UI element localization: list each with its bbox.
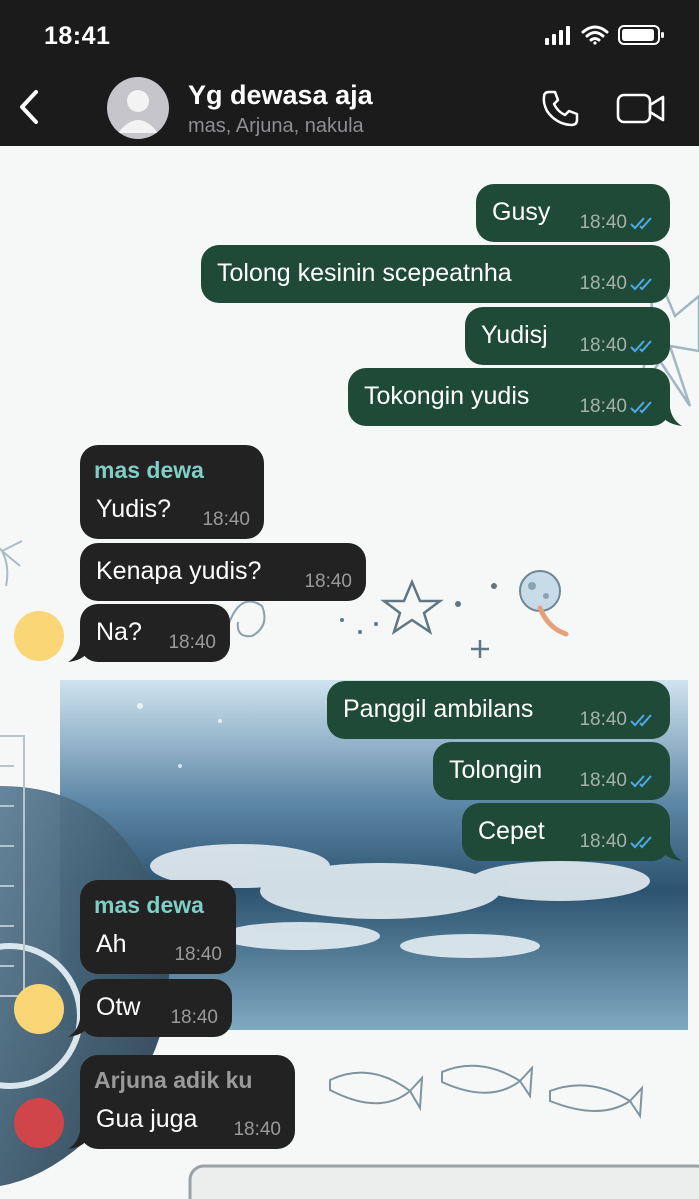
- read-ticks-icon: [630, 278, 652, 291]
- message-bubble-outgoing[interactable]: Yudisj 18:40: [465, 307, 670, 365]
- avatar-mas-dewa[interactable]: [14, 984, 64, 1034]
- message-text: Tolongin: [449, 756, 543, 784]
- status-bar: 18:41: [0, 0, 699, 70]
- sender-name[interactable]: mas dewa: [94, 457, 204, 484]
- bubble-tail: [664, 843, 682, 861]
- message-time: 18:40: [174, 944, 222, 965]
- message-text: Yudisj: [481, 321, 548, 349]
- message-text: Yudis?: [96, 495, 172, 523]
- chat-wallpaper: [0, 255, 699, 1199]
- bubble-tail: [68, 644, 86, 662]
- message-meta: 18:40: [579, 212, 656, 234]
- message-bubble-incoming[interactable]: Na? 18:40: [80, 604, 230, 662]
- message-time: 18:40: [579, 709, 627, 730]
- message-bubble-incoming[interactable]: Otw 18:40: [80, 979, 232, 1037]
- message-bubble-incoming[interactable]: Kenapa yudis? 18:40: [80, 543, 366, 601]
- sender-name[interactable]: mas dewa: [94, 892, 204, 919]
- chat-header: 18:41 Yg dewasa aja mas, Arjuna, nakula: [0, 0, 699, 146]
- read-ticks-icon: [630, 340, 652, 353]
- message-time: 18:40: [202, 509, 250, 530]
- message-text: Otw: [96, 993, 141, 1021]
- message-text: Kenapa yudis?: [96, 557, 262, 585]
- message-time: 18:40: [579, 770, 627, 791]
- read-ticks-icon: [630, 401, 652, 414]
- bubble-tail: [68, 1019, 86, 1037]
- sender-name[interactable]: Arjuna adik ku: [94, 1067, 252, 1094]
- message-time: 18:40: [579, 831, 627, 852]
- message-text: Panggil ambilans: [343, 695, 534, 723]
- message-bubble-outgoing[interactable]: Tolongin 18:40: [433, 742, 670, 800]
- video-call-button[interactable]: [616, 92, 666, 126]
- read-ticks-icon: [630, 217, 652, 230]
- system-status-icons: [545, 25, 664, 45]
- message-time: 18:40: [168, 632, 216, 653]
- fish-doodles: [329, 1064, 644, 1119]
- palm-doodle: [0, 540, 23, 587]
- camera-doodle: [188, 1164, 699, 1199]
- read-ticks-icon: [630, 714, 652, 727]
- back-button[interactable]: [14, 86, 44, 128]
- message-meta: 18:40: [579, 396, 656, 418]
- message-meta: 18:40: [579, 770, 656, 792]
- message-text: Ah: [96, 930, 127, 958]
- status-time: 18:41: [44, 22, 111, 50]
- message-meta: 18:40: [579, 709, 656, 731]
- read-ticks-icon: [630, 836, 652, 849]
- message-meta: 18:40: [579, 273, 656, 295]
- message-bubble-outgoing[interactable]: Tokongin yudis 18:40: [348, 368, 670, 426]
- signal-icon: [545, 26, 570, 45]
- avatar-arjuna[interactable]: [14, 1098, 64, 1148]
- message-bubble-outgoing[interactable]: Gusy 18:40: [476, 184, 670, 242]
- message-text: Tolong kesinin scepeatnha: [217, 259, 512, 287]
- message-text: Na?: [96, 618, 142, 646]
- message-meta: 18:40: [579, 335, 656, 357]
- shell-doodle: [519, 570, 569, 637]
- group-members[interactable]: mas, Arjuna, nakula: [188, 115, 364, 138]
- person-icon: [118, 90, 158, 133]
- chat-area[interactable]: Gusy 18:40 Tolong kesinin scepeatnha 18:…: [0, 146, 699, 1199]
- swirl-doodle: [227, 600, 266, 638]
- message-text: Tokongin yudis: [364, 382, 530, 410]
- message-bubble-incoming[interactable]: Arjuna adik ku Gua juga 18:40: [80, 1055, 295, 1149]
- wifi-icon: [581, 25, 609, 45]
- message-time: 18:40: [170, 1007, 218, 1028]
- message-time: 18:40: [579, 212, 627, 233]
- plus-doodle: [471, 640, 489, 658]
- message-text: Gusy: [492, 198, 551, 226]
- message-time: 18:40: [579, 335, 627, 356]
- message-text: Cepet: [478, 817, 545, 845]
- message-time: 18:40: [304, 571, 352, 592]
- video-camera-icon: [616, 93, 665, 124]
- avatar-mas-dewa[interactable]: [14, 611, 64, 661]
- message-bubble-incoming[interactable]: mas dewa Yudis? 18:40: [80, 445, 264, 539]
- voice-call-button[interactable]: [540, 88, 580, 128]
- group-avatar[interactable]: [107, 77, 169, 139]
- star-doodle: [380, 578, 444, 636]
- message-text: Gua juga: [96, 1105, 198, 1133]
- message-bubble-incoming[interactable]: mas dewa Ah 18:40: [80, 880, 236, 974]
- message-time: 18:40: [233, 1119, 281, 1140]
- chevron-left-icon: [20, 90, 38, 124]
- message-bubble-outgoing[interactable]: Cepet 18:40: [462, 803, 670, 861]
- bubble-tail: [664, 408, 682, 426]
- message-bubble-outgoing[interactable]: Tolong kesinin scepeatnha 18:40: [201, 245, 670, 303]
- message-time: 18:40: [579, 396, 627, 417]
- message-time: 18:40: [579, 273, 627, 294]
- message-bubble-outgoing[interactable]: Panggil ambilans 18:40: [327, 681, 670, 739]
- nav-bar: Yg dewasa aja mas, Arjuna, nakula: [0, 70, 699, 146]
- battery-icon: [618, 25, 664, 45]
- bubble-tail: [68, 1131, 86, 1149]
- read-ticks-icon: [630, 775, 652, 788]
- group-title[interactable]: Yg dewasa aja: [188, 80, 373, 111]
- phone-icon: [542, 90, 579, 127]
- message-meta: 18:40: [579, 831, 656, 853]
